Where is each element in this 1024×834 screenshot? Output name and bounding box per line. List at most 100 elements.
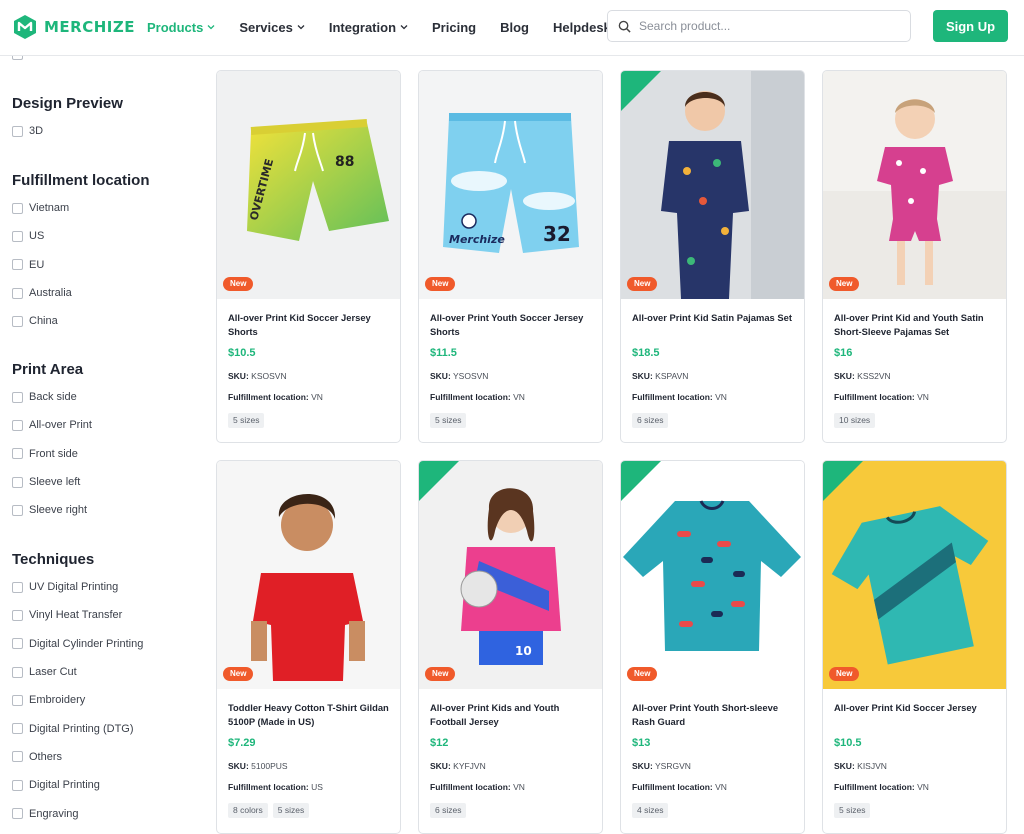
search-input[interactable]	[639, 19, 879, 33]
product-sku: SKU: KSS2VN	[834, 371, 891, 381]
checkbox[interactable]	[12, 581, 23, 593]
filter-option[interactable]: Vietnam	[12, 194, 150, 222]
variant-chips: 8 colors 5 sizes	[228, 803, 310, 818]
logo-text: MERCHIZE	[44, 18, 135, 36]
filter-option[interactable]: Vinyl Heat Transfer	[12, 601, 143, 629]
checkbox[interactable]	[12, 808, 23, 820]
checkbox[interactable]	[12, 476, 23, 488]
filter-option[interactable]: Others	[12, 743, 143, 771]
checkbox[interactable]	[12, 287, 23, 299]
fulfillment-label: Fulfillment location:	[228, 392, 309, 402]
fulfillment-label: Fulfillment location:	[430, 392, 511, 402]
product-card[interactable]: 32 Merchize New All-over Print Youth Soc…	[418, 70, 603, 443]
filter-option-label: All-over Print	[29, 419, 92, 432]
product-name[interactable]: All-over Print Kid Soccer Jersey Shorts	[228, 311, 393, 339]
sku-label: SKU:	[430, 371, 451, 381]
checkbox[interactable]	[12, 694, 23, 706]
product-card[interactable]: New All-over Print Youth Short-sleeve Ra…	[620, 460, 805, 834]
nav-helpdesk[interactable]: Helpdesk	[553, 20, 611, 35]
product-card[interactable]: New All-over Print Kid Satin Pajamas Set…	[620, 70, 805, 443]
checkbox[interactable]	[12, 391, 23, 403]
filter-option[interactable]: China	[12, 307, 150, 335]
filter-option[interactable]: All-over Print	[12, 411, 92, 439]
nav-blog[interactable]: Blog	[500, 20, 529, 35]
toddler-tshirt-image	[217, 461, 400, 689]
product-image[interactable]: 10	[419, 461, 602, 689]
checkbox[interactable]	[12, 609, 23, 621]
filter-option[interactable]: Sleeve right	[12, 496, 92, 524]
checkbox[interactable]	[12, 56, 23, 60]
product-image[interactable]	[621, 71, 804, 299]
nav-services[interactable]: Services	[239, 20, 305, 35]
filter-option[interactable]: Australia	[12, 279, 150, 307]
merchize-logo[interactable]: MERCHIZE	[12, 13, 135, 41]
product-image[interactable]	[217, 461, 400, 689]
filter-option[interactable]: Back side	[12, 383, 92, 411]
nav-pricing[interactable]: Pricing	[432, 20, 476, 35]
product-sku: SKU: KISJVN	[834, 761, 887, 771]
filter-option[interactable]: Laser Cut	[12, 658, 143, 686]
variant-chips: 5 sizes	[430, 413, 467, 428]
product-image[interactable]: 88 OVERTIME	[217, 71, 400, 299]
sku-label: SKU:	[228, 761, 249, 771]
checkbox[interactable]	[12, 419, 23, 431]
filter-option[interactable]: EU	[12, 251, 150, 279]
fulfillment-value: VN	[715, 782, 727, 792]
filter-option[interactable]: 3D	[12, 117, 123, 145]
filter-title: Techniques	[12, 551, 95, 568]
sku-value: KSOSVN	[251, 371, 287, 381]
sign-up-button[interactable]: Sign Up	[933, 10, 1008, 42]
checkbox[interactable]	[12, 202, 23, 214]
product-card[interactable]: 10 New All-over Print Kids and Youth Foo…	[418, 460, 603, 834]
rash-guard-image	[621, 461, 804, 689]
product-image[interactable]	[823, 71, 1006, 299]
product-name[interactable]: All-over Print Kid and Youth Satin Short…	[834, 311, 999, 339]
checkbox[interactable]	[12, 779, 23, 791]
checkbox[interactable]	[12, 448, 23, 460]
nav-integration[interactable]: Integration	[329, 20, 408, 35]
filter-option[interactable]: Front side	[12, 440, 92, 468]
product-name[interactable]: All-over Print Kids and Youth Football J…	[430, 701, 595, 729]
filter-option[interactable]: Digital Cylinder Printing	[12, 630, 143, 658]
filter-title: Fulfillment location	[12, 172, 150, 189]
product-card[interactable]: New Toddler Heavy Cotton T-Shirt Gildan …	[216, 460, 401, 834]
product-name[interactable]: All-over Print Youth Short-sleeve Rash G…	[632, 701, 797, 729]
checkbox[interactable]	[12, 315, 23, 327]
filter-option-label: China	[29, 315, 58, 328]
product-name[interactable]: All-over Print Kid Soccer Jersey	[834, 701, 999, 715]
filter-option[interactable]: Sleeve left	[12, 468, 92, 496]
product-card[interactable]: New All-over Print Kid and Youth Satin S…	[822, 70, 1007, 443]
checkbox[interactable]	[12, 751, 23, 763]
checkbox[interactable]	[12, 723, 23, 735]
new-badge: New	[829, 667, 860, 681]
product-name[interactable]: Toddler Heavy Cotton T-Shirt Gildan 5100…	[228, 701, 393, 729]
checkbox[interactable]	[12, 504, 23, 516]
product-image[interactable]	[823, 461, 1006, 689]
sku-label: SKU:	[430, 761, 451, 771]
sku-value: YSRGVN	[655, 761, 691, 771]
product-card[interactable]: New All-over Print Kid Soccer Jersey $10…	[822, 460, 1007, 834]
checkbox[interactable]	[12, 125, 23, 137]
product-name[interactable]: All-over Print Youth Soccer Jersey Short…	[430, 311, 595, 339]
filter-option-label: Digital Printing	[29, 779, 100, 792]
filter-option[interactable]: US	[12, 222, 150, 250]
product-image[interactable]	[621, 461, 804, 689]
checkbox[interactable]	[12, 666, 23, 678]
filter-option[interactable]: Digital Printing	[12, 771, 143, 799]
product-image[interactable]: 32 Merchize	[419, 71, 602, 299]
size-chip: 5 sizes	[834, 803, 871, 818]
filter-option[interactable]: Digital Printing (DTG)	[12, 714, 143, 742]
checkbox[interactable]	[12, 638, 23, 650]
product-card[interactable]: 88 OVERTIME New All-over Print Kid Socce…	[216, 70, 401, 443]
filter-print-area: Print Area Back side All-over Print Fron…	[12, 360, 92, 524]
variant-chips: 5 sizes	[228, 413, 265, 428]
search-box[interactable]	[607, 10, 911, 42]
checkbox[interactable]	[12, 259, 23, 271]
checkbox[interactable]	[12, 230, 23, 242]
nav-products[interactable]: Products	[147, 20, 215, 35]
filter-option[interactable]: UV Digital Printing	[12, 573, 143, 601]
color-chip: 8 colors	[228, 803, 268, 818]
product-name[interactable]: All-over Print Kid Satin Pajamas Set	[632, 311, 797, 325]
filter-option[interactable]: Embroidery	[12, 686, 143, 714]
filter-option[interactable]: Engraving	[12, 799, 143, 827]
